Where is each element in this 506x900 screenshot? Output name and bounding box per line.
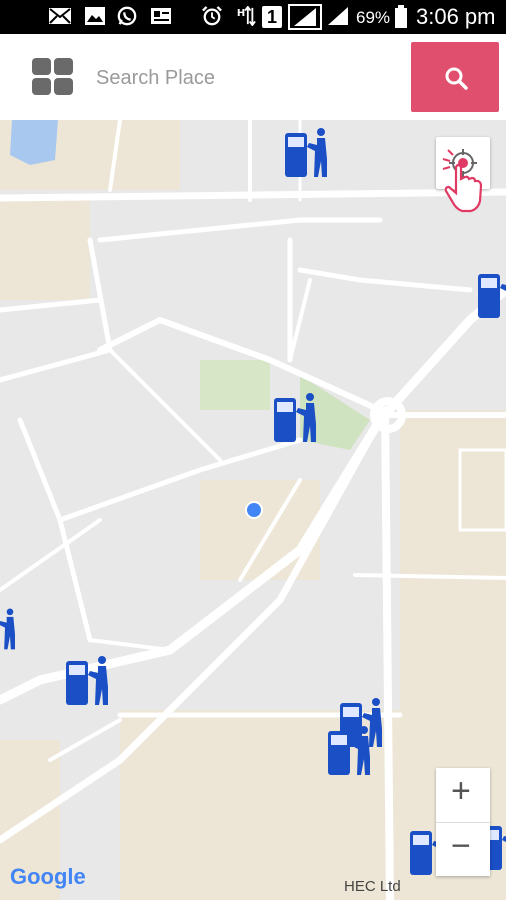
svg-text:H: H <box>237 8 245 19</box>
battery-icon <box>395 5 407 28</box>
zoom-out-label: − <box>451 827 471 865</box>
grid-menu-icon[interactable] <box>30 56 76 98</box>
alarm-icon <box>202 6 222 26</box>
mail-icon <box>49 8 71 24</box>
atm-marker[interactable] <box>478 268 506 324</box>
whatsapp-icon <box>117 6 137 26</box>
zoom-in-label: + <box>451 772 471 810</box>
battery-percent: 69% <box>356 8 391 27</box>
zoom-out-button[interactable]: − <box>436 822 490 877</box>
search-input[interactable] <box>92 54 398 102</box>
sim-slot-number: 1 <box>267 7 278 27</box>
status-bar: H 1 69% 3:06 pm <box>0 0 506 34</box>
clock: 3:06 pm <box>416 4 496 29</box>
atm-marker[interactable] <box>66 650 114 716</box>
map-place-label-text: HEC Ltd <box>344 878 401 895</box>
map-tiles <box>0 120 506 900</box>
data-arrows-icon: H <box>237 6 256 26</box>
image-icon <box>85 7 105 25</box>
google-attribution: Google <box>10 864 86 890</box>
zoom-in-button[interactable]: + <box>436 768 490 822</box>
sim-slot-badge: 1 <box>262 6 282 28</box>
atm-marker[interactable] <box>285 125 333 185</box>
map-view[interactable] <box>0 120 506 900</box>
signal-icon <box>288 4 322 30</box>
google-attribution-text: Google <box>10 864 86 889</box>
atm-marker[interactable] <box>328 720 376 786</box>
search-bar <box>0 34 506 120</box>
atm-marker[interactable] <box>274 390 322 450</box>
search-button[interactable] <box>411 42 499 112</box>
search-icon <box>445 67 468 90</box>
zoom-controls: + − <box>436 768 490 876</box>
id-card-icon <box>151 8 171 24</box>
atm-marker[interactable] <box>0 600 20 662</box>
signal-icon-2 <box>328 7 348 25</box>
locate-pointer-icon <box>442 149 483 213</box>
my-location-button[interactable] <box>436 137 490 213</box>
map-place-label[interactable]: HEC Ltd <box>344 878 401 895</box>
